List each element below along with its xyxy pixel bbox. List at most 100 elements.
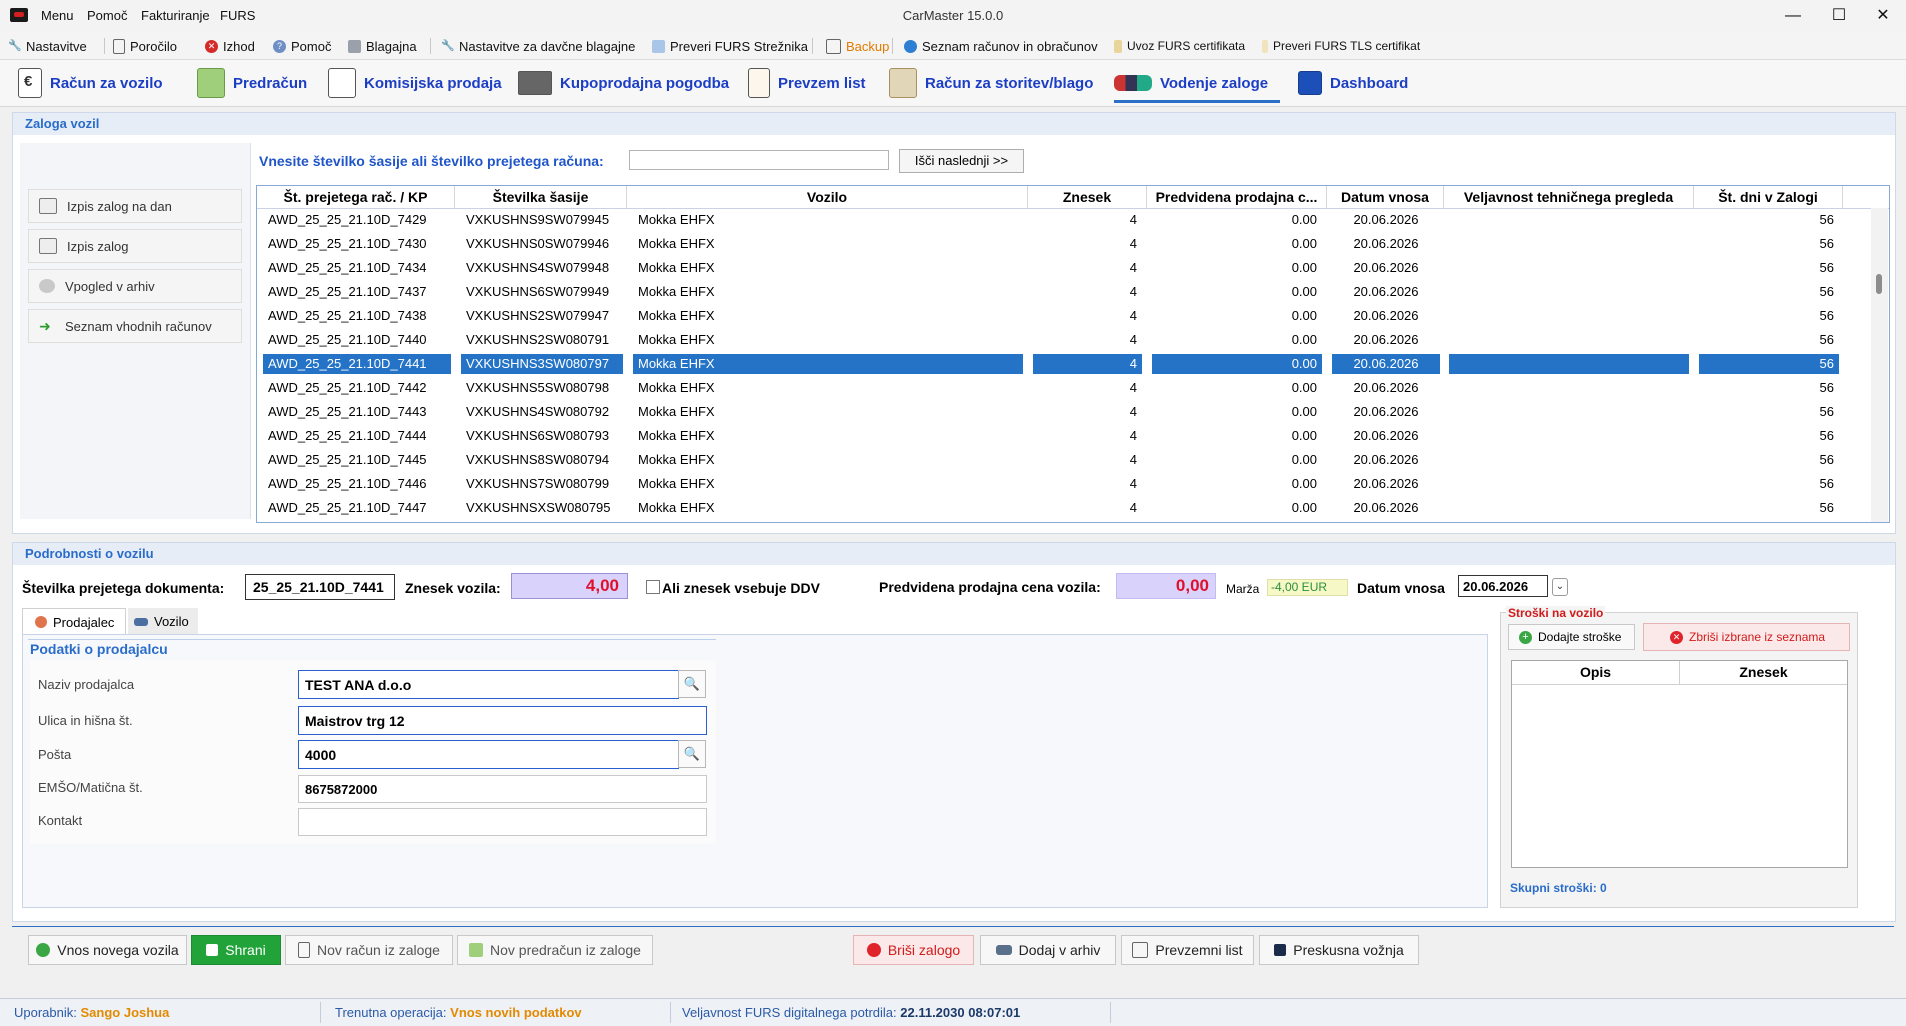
table-cell: 4 — [1033, 354, 1142, 374]
vat-checkbox[interactable] — [646, 580, 660, 594]
column-header[interactable]: Vozilo — [627, 186, 1028, 208]
table-cell: 56 — [1819, 476, 1834, 491]
add-costs-button[interactable]: + Dodajte stroške — [1508, 624, 1635, 650]
emso-field[interactable]: 8675872000 — [298, 775, 707, 803]
table-row[interactable]: AWD_25_25_21.10D_7438 VXKUSHNS2SW079947 Mo… — [257, 304, 1869, 328]
minimize-button[interactable]: — — [1770, 4, 1816, 28]
toolbar-fiscal-settings[interactable]: 🔧 Nastavitve za davčne blagajne — [441, 37, 635, 55]
stock-panel-header: Zaloga vozil — [13, 113, 1895, 135]
column-header[interactable]: Št. prejetega rač. / KP — [257, 186, 455, 208]
costs-column-header[interactable]: Znesek — [1680, 661, 1847, 685]
contact-label: Kontakt — [38, 813, 83, 828]
table-cell: 56 — [1819, 452, 1834, 467]
column-header[interactable]: Znesek — [1028, 186, 1147, 208]
print-stock-by-day-button[interactable]: Izpis zalog na dan — [28, 189, 242, 223]
table-row[interactable]: AWD_25_25_21.10D_7443 VXKUSHNS4SW080792 Mo… — [257, 400, 1869, 424]
table-cell — [1449, 402, 1689, 422]
doc-number-label: Številka prejetega dokumenta: — [22, 580, 225, 596]
new-vehicle-button[interactable]: Vnos novega vozila — [28, 935, 187, 965]
table-cell: 4 — [1129, 500, 1137, 515]
printer-icon — [39, 238, 57, 254]
street-field[interactable]: Maistrov trg 12 — [298, 706, 707, 735]
save-button[interactable]: Shrani — [191, 935, 281, 965]
scrollbar-thumb[interactable] — [1876, 274, 1882, 294]
delete-selected-costs-button[interactable]: ✕ Zbriši izbrane iz seznama — [1643, 623, 1850, 651]
toolbar-report[interactable]: Poročilo — [113, 37, 177, 55]
seller-name-field[interactable]: TEST ANA d.o.o — [298, 670, 679, 699]
post-search-button[interactable]: 🔍 — [678, 740, 706, 768]
toolbar-help[interactable]: ? Pomoč — [273, 37, 331, 55]
table-row[interactable]: AWD_25_25_21.10D_7440 VXKUSHNS2SW080791 Mo… — [257, 328, 1869, 352]
tab-service-invoice[interactable]: Račun za storitev/blago — [889, 68, 1093, 98]
tab-receipt-list[interactable]: Prevzem list — [748, 68, 866, 98]
table-cell: 56 — [1819, 212, 1834, 227]
contact-field[interactable] — [298, 808, 707, 836]
table-cell: VXKUSHNS7SW080799 — [466, 476, 610, 491]
chassis-search-input[interactable] — [629, 150, 889, 170]
table-row[interactable]: AWD_25_25_21.10D_7437 VXKUSHNS6SW079949 Mo… — [257, 280, 1869, 304]
maximize-button[interactable]: ☐ — [1816, 4, 1862, 28]
receipt-list-button[interactable]: Prevzemni list — [1121, 935, 1254, 965]
toolbar-cashbox[interactable]: Blagajna — [348, 37, 417, 55]
grid-scrollbar[interactable] — [1871, 208, 1888, 522]
toolbar-invoice-list[interactable]: Seznam računov in obračunov — [904, 37, 1098, 55]
table-cell: 4 — [1129, 212, 1137, 227]
print-stock-button[interactable]: Izpis zalog — [28, 229, 242, 263]
incoming-invoices-button[interactable]: ➜ Seznam vhodnih računov — [28, 309, 242, 343]
tab-commission-sale[interactable]: Komisijska prodaja — [328, 68, 502, 98]
tab-sales-contract[interactable]: Kupoprodajna pogodba — [518, 68, 729, 98]
euro-document-icon — [298, 942, 311, 958]
column-header[interactable]: Številka šasije — [455, 186, 627, 208]
toolbar-exit[interactable]: ✕ Izhod — [205, 37, 255, 55]
tab-vehicle-invoice[interactable]: € Račun za vozilo — [18, 68, 163, 98]
table-row[interactable]: AWD_25_25_21.10D_7441 VXKUSHNS3SW080797 Mo… — [257, 352, 1869, 376]
table-cell: VXKUSHNS6SW080793 — [466, 428, 610, 443]
search-next-button[interactable]: Išči naslednji >> — [899, 149, 1024, 173]
toolbar-import-cert[interactable]: Uvoz FURS certifikata — [1114, 37, 1245, 55]
emso-label: EMŠO/Matična št. — [38, 780, 143, 795]
date-field[interactable]: 20.06.2026 — [1458, 575, 1548, 597]
view-archive-button[interactable]: Vpogled v arhiv — [28, 269, 242, 303]
vehicle-amount-field[interactable]: 4,00 — [511, 573, 628, 599]
toolbar-settings[interactable]: 🔧 Nastavitve — [8, 37, 87, 55]
doc-number-field[interactable]: 25_25_21.10D_7441 — [245, 574, 395, 600]
table-row[interactable]: AWD_25_25_21.10D_7429 VXKUSHNS9SW079945 Mo… — [257, 208, 1869, 232]
tab-vehicle[interactable]: Vozilo — [128, 608, 198, 635]
sale-price-field[interactable]: 0,00 — [1116, 573, 1216, 599]
column-header[interactable]: Datum vnosa — [1327, 186, 1444, 208]
table-cell: VXKUSHNS0SW079946 — [466, 236, 610, 251]
column-header[interactable]: Št. dni v Zalogi — [1694, 186, 1843, 208]
euro-document-icon: € — [18, 68, 42, 98]
close-button[interactable]: ✕ — [1860, 4, 1906, 28]
table-row[interactable]: AWD_25_25_21.10D_7442 VXKUSHNS5SW080798 Mo… — [257, 376, 1869, 400]
close-circle-icon: ✕ — [1670, 630, 1683, 644]
tab-dashboard[interactable]: Dashboard — [1298, 68, 1408, 98]
tab-proforma[interactable]: Predračun — [197, 68, 307, 98]
test-drive-button[interactable]: Preskusna vožnja — [1259, 935, 1419, 965]
column-header[interactable]: Veljavnost tehničnega pregleda — [1444, 186, 1694, 208]
tab-seller[interactable]: Prodajalec — [22, 608, 126, 635]
table-row[interactable]: AWD_25_25_21.10D_7445 VXKUSHNS8SW080794 Mo… — [257, 448, 1869, 472]
new-invoice-from-stock-button[interactable]: Nov račun iz zaloge — [285, 935, 453, 965]
table-cell — [1449, 498, 1689, 518]
table-row[interactable]: AWD_25_25_21.10D_7444 VXKUSHNS6SW080793 Mo… — [257, 424, 1869, 448]
toolbar-backup[interactable]: Backup — [826, 37, 889, 55]
table-cell: AWD_25_25_21.10D_7447 — [268, 500, 427, 515]
table-row[interactable]: AWD_25_25_21.10D_7434 VXKUSHNS4SW079948 Mo… — [257, 256, 1869, 280]
delete-stock-button[interactable]: Briši zalogo — [853, 935, 974, 965]
toolbar-check-tls[interactable]: Preveri FURS TLS certifikat — [1262, 37, 1420, 55]
toolbar-check-furs-server[interactable]: Preveri FURS Strežnika — [652, 37, 808, 55]
table-row[interactable]: AWD_25_25_21.10D_7430 VXKUSHNS0SW079946 Mo… — [257, 232, 1869, 256]
new-proforma-from-stock-button[interactable]: Nov predračun iz zaloge — [457, 935, 653, 965]
table-row[interactable]: AWD_25_25_21.10D_7446 VXKUSHNS7SW080799 Mo… — [257, 472, 1869, 496]
costs-column-header[interactable]: Opis — [1512, 661, 1680, 685]
add-to-archive-button[interactable]: Dodaj v arhiv — [980, 935, 1116, 965]
table-row[interactable]: AWD_25_25_21.10D_7447 VXKUSHNSXSW080795 Mo… — [257, 496, 1869, 520]
seller-search-button[interactable]: 🔍 — [678, 670, 706, 698]
sale-price-label: Predvidena prodajna cena vozila: — [879, 579, 1101, 595]
column-header[interactable]: Predvidena prodajna c... — [1147, 186, 1327, 208]
street-label: Ulica in hišna št. — [38, 713, 133, 728]
post-field[interactable]: 4000 — [298, 740, 679, 769]
tab-stock-management[interactable]: Vodenje zaloge — [1114, 68, 1281, 103]
date-picker-button[interactable]: ⌄ — [1552, 578, 1568, 596]
